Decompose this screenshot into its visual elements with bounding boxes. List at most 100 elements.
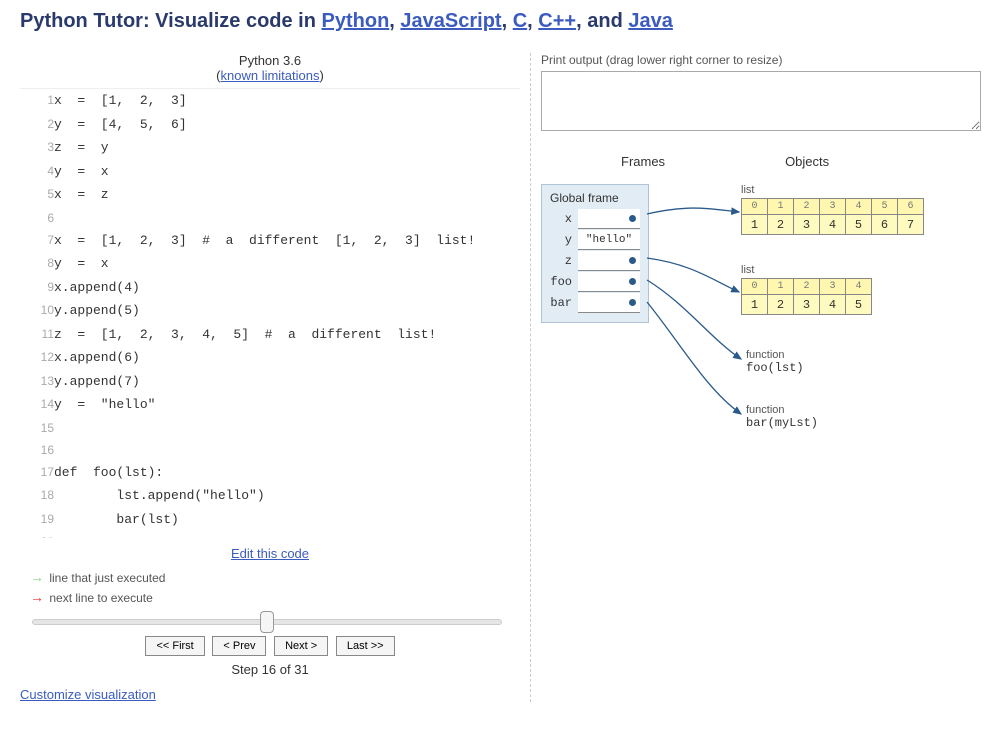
- var-value: [578, 293, 640, 313]
- prev-button[interactable]: < Prev: [212, 636, 266, 656]
- list-index: 2: [794, 279, 820, 295]
- pointer-dot-icon: [629, 215, 636, 222]
- line-number: 6: [20, 207, 54, 229]
- list-value: 2: [768, 215, 794, 235]
- line-number: 11: [20, 323, 54, 347]
- legend-next-text: next line to execute: [49, 591, 152, 605]
- list-index: 4: [846, 199, 872, 215]
- code-text: y = x: [54, 160, 520, 184]
- next-button[interactable]: Next >: [274, 636, 328, 656]
- code-line: 6: [20, 207, 520, 229]
- code-text: z = [1, 2, 3, 4, 5] # a different list!: [54, 323, 520, 347]
- code-line: 4y = x: [20, 160, 520, 184]
- frame-var-row: z: [550, 251, 640, 271]
- code-text: x.append(4): [54, 276, 520, 300]
- objects-header: Objects: [785, 154, 829, 169]
- list-value: 3: [794, 215, 820, 235]
- lang-link-java[interactable]: Java: [628, 10, 673, 32]
- code-text: x = [1, 2, 3]: [54, 89, 520, 113]
- last-button[interactable]: Last >>: [336, 636, 395, 656]
- var-value: [578, 251, 640, 271]
- line-number: 1: [20, 89, 54, 113]
- title-prefix: Python Tutor: Visualize code in: [20, 10, 322, 32]
- line-number: 17: [20, 461, 54, 485]
- code-line: 14y = "hello": [20, 393, 520, 417]
- code-text: bar(lst): [54, 508, 520, 532]
- print-output-label: Print output (drag lower right corner to…: [541, 53, 983, 67]
- line-number: 5: [20, 183, 54, 207]
- frame-var-row: foo: [550, 272, 640, 292]
- object-list-2: list 0123412345: [741, 264, 872, 315]
- frames-header: Frames: [621, 154, 665, 169]
- code-line: 15: [20, 417, 520, 439]
- line-number: 19: [20, 508, 54, 532]
- code-text: [54, 417, 520, 439]
- code-line: 19 bar(lst): [20, 508, 520, 532]
- known-limitations-link[interactable]: known limitations: [221, 68, 320, 83]
- legend-executed: → line that just executed: [30, 569, 520, 585]
- var-name: foo: [550, 275, 578, 289]
- func2-label: function: [746, 404, 818, 416]
- list-value: 1: [742, 215, 768, 235]
- line-number: 2: [20, 113, 54, 137]
- frame-var-row: bar: [550, 293, 640, 313]
- list-index: 0: [742, 199, 768, 215]
- lang-link-js[interactable]: JavaScript: [400, 10, 501, 32]
- legend-next: → next line to execute: [30, 589, 520, 605]
- frame-var-row: y"hello": [550, 230, 640, 250]
- code-line: 10y.append(5): [20, 299, 520, 323]
- edit-code-link[interactable]: Edit this code: [231, 546, 309, 561]
- code-line: 17def foo(lst):: [20, 461, 520, 485]
- code-line: 7x = [1, 2, 3] # a different [1, 2, 3] l…: [20, 229, 520, 253]
- code-line: 12x.append(6): [20, 346, 520, 370]
- code-line: 18 lst.append("hello"): [20, 484, 520, 508]
- line-number: 18: [20, 484, 54, 508]
- lang-link-c[interactable]: C: [513, 10, 527, 32]
- list-value: 4: [820, 295, 846, 315]
- global-frame: Global frame xy"hello"zfoobar: [541, 184, 649, 323]
- code-line: 16: [20, 439, 520, 461]
- code-line: 5x = z: [20, 183, 520, 207]
- code-text: z = y: [54, 136, 520, 160]
- list-value: 6: [872, 215, 898, 235]
- arrow-executed-icon: →: [30, 569, 46, 585]
- list-value: 3: [794, 295, 820, 315]
- pointer-dot-icon: [629, 299, 636, 306]
- code-text: [54, 531, 520, 538]
- lang-link-python[interactable]: Python: [322, 10, 390, 32]
- customize-link[interactable]: Customize visualization: [20, 687, 156, 702]
- list-value: 4: [820, 215, 846, 235]
- code-line: 9x.append(4): [20, 276, 520, 300]
- code-line: 20: [20, 531, 520, 538]
- list-value: 7: [898, 215, 924, 235]
- code-text: y.append(7): [54, 370, 520, 394]
- print-output-textarea[interactable]: [541, 71, 981, 131]
- list-value: 1: [742, 295, 768, 315]
- line-number: 8: [20, 252, 54, 276]
- var-name: x: [550, 212, 578, 226]
- func1-label: function: [746, 349, 804, 361]
- pointer-dot-icon: [629, 278, 636, 285]
- frame-var-row: x: [550, 209, 640, 229]
- step-slider[interactable]: [32, 619, 502, 625]
- list2-label: list: [741, 264, 872, 276]
- code-text: [54, 207, 520, 229]
- line-number: 9: [20, 276, 54, 300]
- code-text: x = [1, 2, 3] # a different [1, 2, 3] li…: [54, 229, 520, 253]
- first-button[interactable]: << First: [145, 636, 204, 656]
- list-index: 1: [768, 199, 794, 215]
- page-title: Python Tutor: Visualize code in Python, …: [20, 10, 983, 33]
- line-number: 4: [20, 160, 54, 184]
- code-line: 13y.append(7): [20, 370, 520, 394]
- pointer-dot-icon: [629, 257, 636, 264]
- code-line: 1x = [1, 2, 3]: [20, 89, 520, 113]
- line-number: 7: [20, 229, 54, 253]
- code-viewer[interactable]: 1x = [1, 2, 3]2y = [4, 5, 6]3z = y4y = x…: [20, 88, 520, 538]
- lang-link-cpp[interactable]: C++: [538, 10, 576, 32]
- code-line: 2y = [4, 5, 6]: [20, 113, 520, 137]
- line-number: 14: [20, 393, 54, 417]
- list-index: 0: [742, 279, 768, 295]
- legend-executed-text: line that just executed: [49, 571, 165, 585]
- code-text: def foo(lst):: [54, 461, 520, 485]
- code-line: 11z = [1, 2, 3, 4, 5] # a different list…: [20, 323, 520, 347]
